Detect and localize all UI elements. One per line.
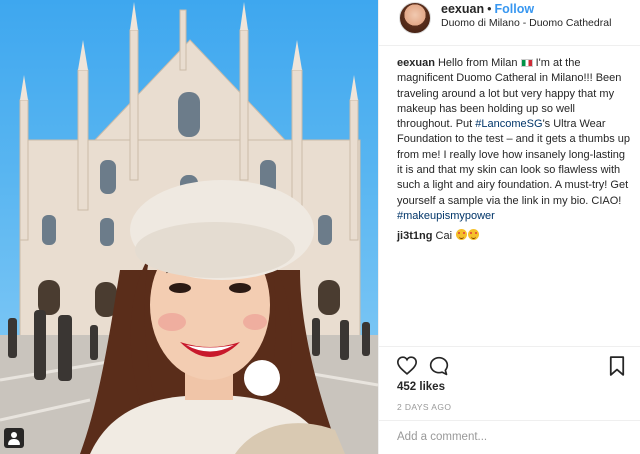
header-user-row: eexuan • Follow xyxy=(441,2,534,16)
heart-eyes-emoji-icon xyxy=(468,229,480,241)
post-details-panel: eexuan • Follow Duomo di Milano - Duomo Ca… xyxy=(378,0,640,454)
heart-eyes-emoji-icon xyxy=(456,229,468,241)
caption-text-1: Hello from Milan xyxy=(437,57,518,69)
comment-text: Cai xyxy=(435,230,453,243)
italy-flag-emoji-icon xyxy=(520,59,533,67)
avatar[interactable] xyxy=(399,2,431,34)
bookmark-icon[interactable] xyxy=(609,356,625,381)
post-photo[interactable] xyxy=(0,0,378,454)
hashtag-makeupismypower[interactable]: #makeupismypower xyxy=(397,210,495,222)
actions-divider xyxy=(379,346,640,347)
caption-username[interactable]: eexuan xyxy=(397,57,435,69)
hashtag-lancomesg[interactable]: #LancomeSG xyxy=(475,118,542,130)
add-comment-bar xyxy=(379,420,640,454)
username-link[interactable]: eexuan xyxy=(441,2,484,16)
user-tag-icon[interactable] xyxy=(4,428,24,448)
follow-button[interactable]: Follow xyxy=(494,2,534,16)
post-timestamp[interactable]: 2 DAYS AGO xyxy=(397,402,451,412)
photo-illustration xyxy=(0,2,378,454)
caption-text-3: 's Ultra Wear Foundation to the test – a… xyxy=(397,118,630,207)
comment-item: ji3t1ng Cai xyxy=(397,229,633,244)
add-comment-input[interactable] xyxy=(397,431,627,443)
heart-icon[interactable] xyxy=(396,356,418,380)
likes-count[interactable]: 452 likes xyxy=(397,381,445,393)
comments-section: eexuan Hello from Milan I'm at the magni… xyxy=(397,56,633,245)
comment-username[interactable]: ji3t1ng xyxy=(397,230,432,242)
post-header: eexuan • Follow Duomo di Milano - Duomo Ca… xyxy=(379,0,640,46)
separator-dot: • xyxy=(487,2,492,16)
location-link[interactable]: Duomo di Milano - Duomo Cathedral xyxy=(441,17,611,29)
comment-bubble-icon[interactable] xyxy=(429,356,449,381)
caption: eexuan Hello from Milan I'm at the magni… xyxy=(397,56,633,224)
